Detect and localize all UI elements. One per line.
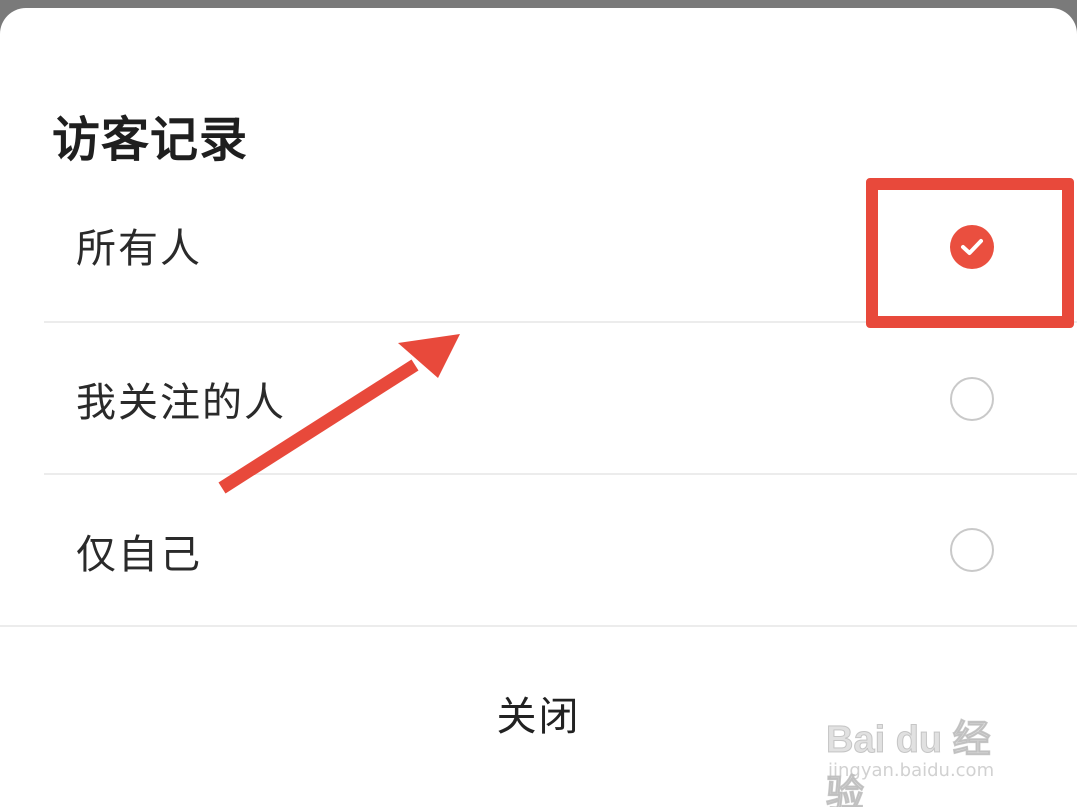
arrow-icon [218,334,460,494]
